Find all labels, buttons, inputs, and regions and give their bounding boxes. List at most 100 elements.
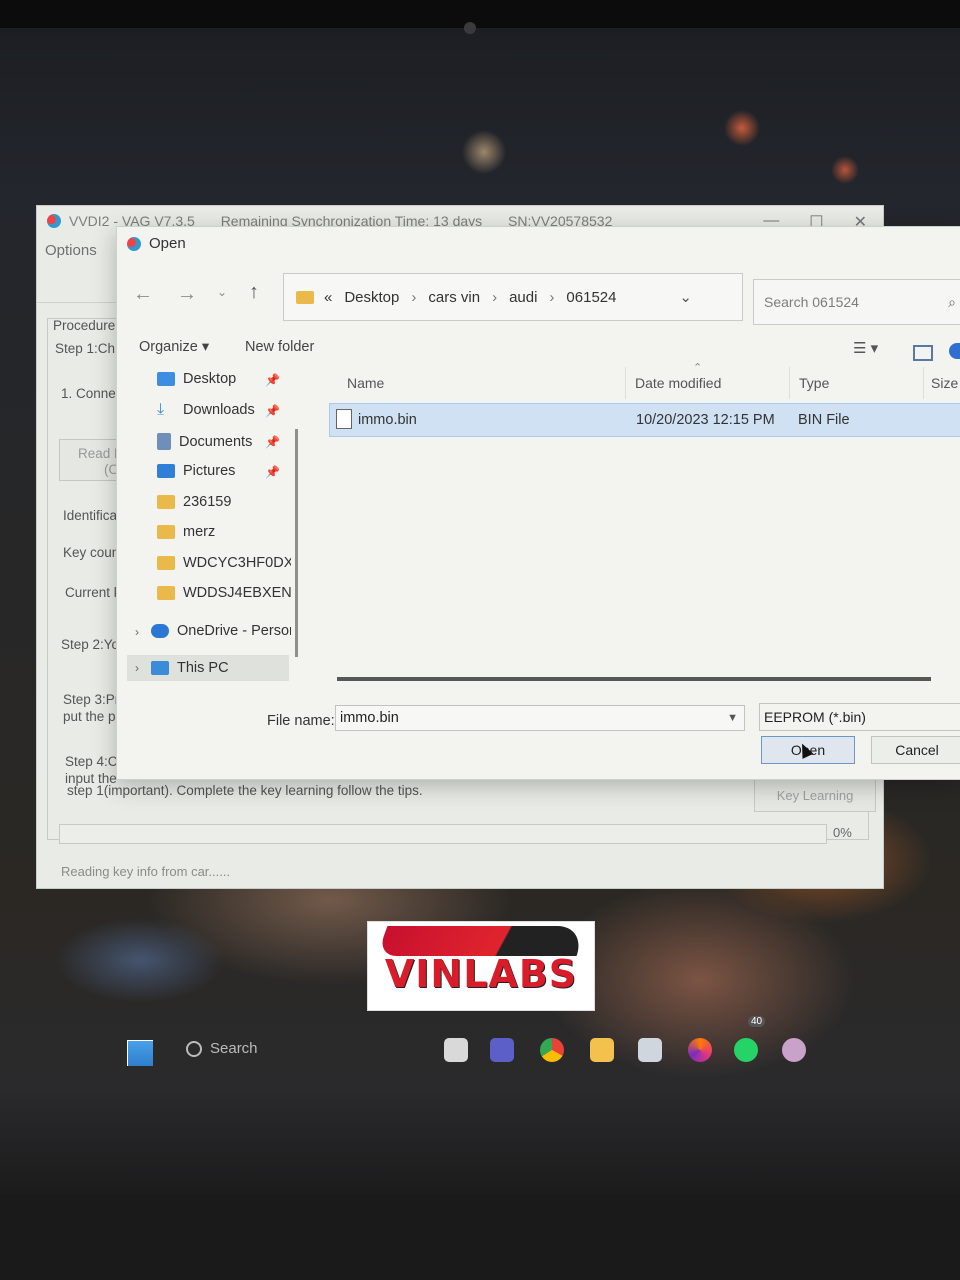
navigation-pane: Desktop 📌 ⤓ Downloads 📌 Documents 📌 Pict… <box>127 367 299 687</box>
key-count-label: Key coun <box>63 545 120 560</box>
step1-label: Step 1:Ch <box>55 341 116 356</box>
nav-item-downloads[interactable]: ⤓ Downloads <box>157 401 255 419</box>
folder-icon <box>157 586 175 600</box>
screen-bezel-top <box>0 0 960 28</box>
file-name-input[interactable]: immo.bin ▼ <box>335 705 745 731</box>
taskbar-search[interactable]: Search <box>186 1040 258 1057</box>
organize-button[interactable]: Organize ▾ <box>139 339 209 355</box>
breadcrumb-desktop[interactable]: Desktop <box>344 289 399 306</box>
chrome-icon[interactable] <box>540 1038 564 1062</box>
nav-item-desktop[interactable]: Desktop <box>157 371 236 387</box>
nav-item-this-pc[interactable]: This PC <box>151 660 229 676</box>
whatsapp-icon[interactable] <box>734 1038 758 1062</box>
chevron-down-icon[interactable]: ▼ <box>727 712 738 724</box>
teams-icon[interactable] <box>490 1038 514 1062</box>
nav-item-pictures[interactable]: Pictures <box>157 463 235 479</box>
file-name: immo.bin <box>358 412 417 428</box>
pin-icon: 📌 <box>265 465 280 479</box>
nav-item-wddsj4ebxen1[interactable]: WDDSJ4EBXEN1 <box>157 585 291 601</box>
camera-icon <box>464 22 476 34</box>
notification-badge: 40 <box>748 1016 766 1027</box>
step2-label: Step 2:Yo <box>61 637 120 652</box>
cancel-button[interactable]: Cancel <box>871 736 960 764</box>
app-icon <box>47 214 61 228</box>
file-date: 10/20/2023 12:15 PM <box>636 412 775 428</box>
file-name-label: File name: <box>267 713 335 729</box>
store-icon[interactable] <box>638 1038 662 1062</box>
nav-scrollbar[interactable] <box>295 429 298 657</box>
nav-item-236159[interactable]: 236159 <box>157 494 231 510</box>
column-name[interactable]: Name <box>347 375 384 391</box>
key-learning-button[interactable]: Key Learning <box>754 778 876 812</box>
breadcrumb-audi[interactable]: audi <box>509 289 537 306</box>
step4-note: step 1(important). Complete the key lear… <box>67 783 423 798</box>
app-icon <box>127 236 141 251</box>
file-type-select[interactable]: EEPROM (*.bin) <box>759 703 960 731</box>
file-type: BIN File <box>798 412 850 428</box>
nav-item-wdcyc3hf0dx2[interactable]: WDCYC3HF0DX2 <box>157 555 291 571</box>
preview-pane-icon[interactable] <box>913 345 933 361</box>
taskbar-search-label: Search <box>210 1040 258 1057</box>
progress-bar <box>59 824 827 844</box>
view-options-icon[interactable]: ☰ ▾ <box>853 339 878 357</box>
sort-up-icon: ⌃ <box>693 362 703 374</box>
identification-label: Identifica <box>63 508 118 523</box>
firefox-icon[interactable] <box>688 1038 712 1062</box>
column-date-modified[interactable]: Date modified <box>635 375 721 391</box>
dialog-titlebar: Open <box>127 235 186 252</box>
download-icon: ⤓ <box>157 401 165 418</box>
breadcrumb-061524[interactable]: 061524 <box>566 289 616 306</box>
dialog-toolbar: Organize ▾ New folder ☰ ▾ <box>117 333 960 365</box>
horizontal-scrollbar[interactable] <box>337 677 931 681</box>
nav-item-onedrive[interactable]: OneDrive - Person <box>151 623 291 639</box>
file-name-value: immo.bin <box>340 710 399 726</box>
chevron-right-icon: › <box>411 288 417 306</box>
column-size[interactable]: Size <box>931 375 958 391</box>
procedure-label: Procedure <box>53 318 116 333</box>
folder-icon <box>157 495 175 509</box>
connect-label: 1. Conne <box>61 386 116 401</box>
cloud-icon <box>151 624 169 638</box>
file-type-value: EEPROM (*.bin) <box>764 709 866 725</box>
search-icon <box>186 1040 202 1057</box>
desktop-icon <box>157 372 175 386</box>
new-folder-button[interactable]: New folder <box>245 339 314 355</box>
file-row[interactable]: immo.bin 10/20/2023 12:15 PM BIN File <box>329 403 960 437</box>
step3-label: Step 3:Pr <box>63 692 120 707</box>
nav-item-documents[interactable]: Documents <box>157 433 252 450</box>
windows-start-icon[interactable] <box>127 1040 153 1066</box>
folder-icon <box>157 525 175 539</box>
help-icon[interactable] <box>949 343 960 359</box>
expand-chevron-icon[interactable]: › <box>135 625 139 639</box>
step3-text: put the pr <box>63 709 121 724</box>
breadcrumb-prefix: « <box>324 288 333 306</box>
vinlabs-logo: VINLABS <box>367 921 595 1011</box>
recent-chevron-icon[interactable]: ⌄ <box>217 285 227 299</box>
progress-percent: 0% <box>833 825 852 840</box>
folder-icon <box>296 290 314 304</box>
search-icon: ⌕ <box>948 293 956 310</box>
forward-arrow-icon[interactable]: → <box>177 283 197 306</box>
search-input[interactable]: Search 061524 ⌕ <box>753 279 960 325</box>
dialog-title: Open <box>149 235 186 252</box>
task-view-icon[interactable] <box>444 1038 468 1062</box>
menu-options[interactable]: Options <box>45 242 97 259</box>
up-arrow-icon[interactable]: ↑ <box>249 281 259 304</box>
file-explorer-icon[interactable] <box>590 1038 614 1062</box>
nav-item-merz[interactable]: merz <box>157 524 215 540</box>
taskbar: Search 40 <box>0 1016 960 1078</box>
logo-text: VINLABS <box>384 952 578 996</box>
pin-icon: 📌 <box>265 404 280 418</box>
breadcrumb-cars-vin[interactable]: cars vin <box>428 289 480 306</box>
chevron-down-icon[interactable]: ⌄ <box>679 288 692 306</box>
status-text: Reading key info from car...... <box>61 864 231 879</box>
screen-bezel-bottom <box>0 1195 960 1280</box>
app-icon[interactable] <box>782 1038 806 1062</box>
address-bar[interactable]: « Desktop › cars vin › audi › 061524 ⌄ ↻ <box>283 273 772 321</box>
back-arrow-icon[interactable]: ← <box>133 283 153 306</box>
expand-chevron-icon[interactable]: › <box>135 661 139 675</box>
pin-icon: 📌 <box>265 373 280 387</box>
column-type[interactable]: Type <box>799 375 829 391</box>
pictures-icon <box>157 464 175 478</box>
chevron-right-icon: › <box>492 288 498 306</box>
